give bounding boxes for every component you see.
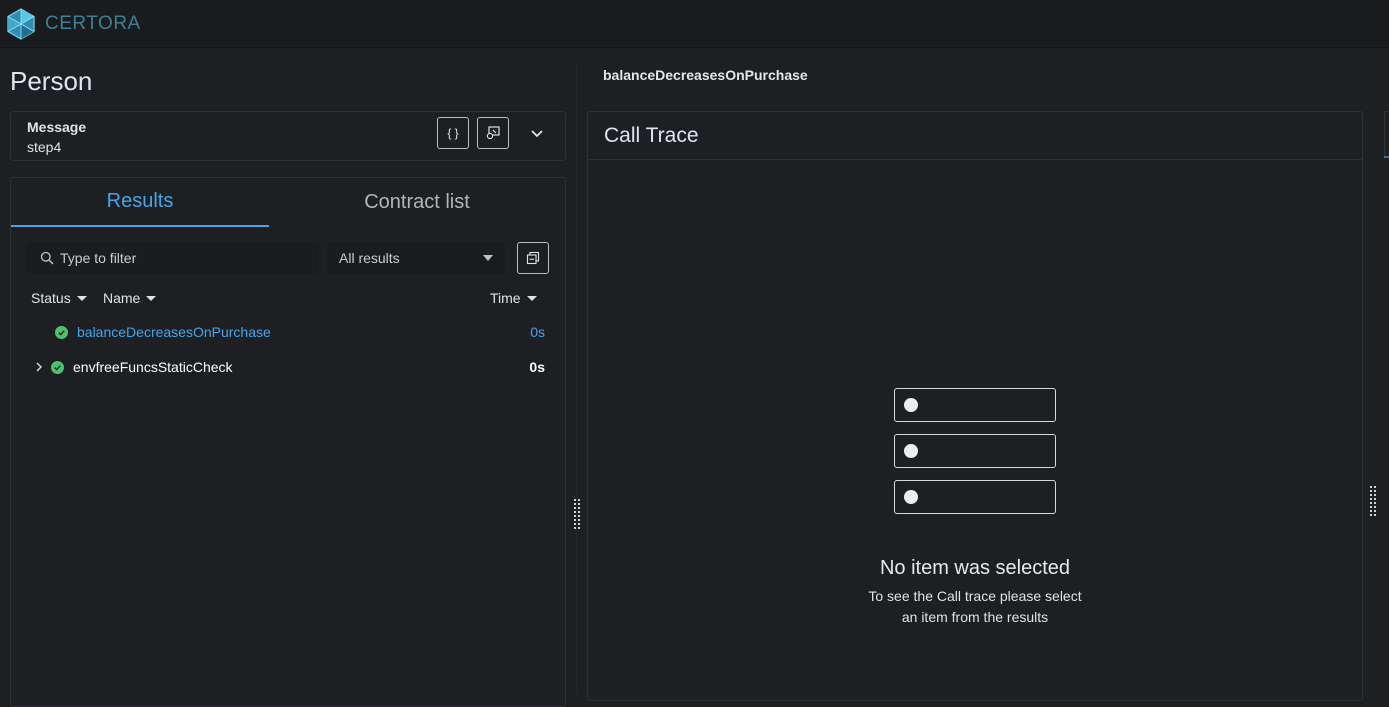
sort-caret-icon <box>146 295 157 301</box>
certora-logo[interactable]: CERTORA <box>7 7 141 40</box>
open-report-button[interactable] <box>477 117 509 149</box>
results-filter-select[interactable]: All results <box>327 242 505 274</box>
column-name-label: Name <box>103 290 141 306</box>
page-title: Person <box>10 66 93 96</box>
filter-input[interactable] <box>60 250 300 266</box>
search-icon <box>40 251 54 265</box>
sort-caret-icon <box>76 295 87 301</box>
window-settings-icon <box>486 126 500 140</box>
certora-logo-icon <box>7 7 35 40</box>
result-row[interactable]: envfreeFuncsStaticCheck 0s <box>11 356 565 380</box>
result-time: 0s <box>530 324 545 340</box>
column-time-header[interactable]: Time <box>490 290 537 306</box>
adjacent-panel-tab-indicator <box>1384 156 1389 158</box>
empty-state-title: No item was selected <box>879 557 1071 579</box>
panel-divider <box>576 64 577 692</box>
results-table-header: Status Name Time <box>11 290 565 310</box>
column-time-label: Time <box>490 290 521 306</box>
call-trace-title: Call Trace <box>604 124 699 147</box>
brand-name: CERTORA <box>45 12 141 34</box>
caret-down-icon <box>483 255 493 261</box>
result-name[interactable]: balanceDecreasesOnPurchase <box>77 324 271 340</box>
selected-rule-title: balanceDecreasesOnPurchase <box>603 67 808 83</box>
message-value: step4 <box>27 139 62 155</box>
verified-check-icon <box>51 361 64 374</box>
view-json-button[interactable]: { } <box>437 117 469 149</box>
empty-state-line-2: an item from the results <box>901 609 1049 625</box>
chevron-down-icon <box>531 130 543 138</box>
adjacent-panel-edge <box>1384 111 1389 159</box>
tab-results[interactable]: Results <box>11 178 269 227</box>
collapse-all-icon <box>526 251 540 265</box>
resize-handle[interactable] <box>1370 486 1376 516</box>
column-status-header[interactable]: Status <box>31 290 87 306</box>
chevron-right-icon[interactable] <box>33 360 45 374</box>
empty-state-illustration <box>894 388 1056 526</box>
json-braces-icon: { } <box>447 126 459 140</box>
resize-handle[interactable] <box>574 499 580 529</box>
result-time: 0s <box>529 359 545 375</box>
tab-contract-list[interactable]: Contract list <box>279 178 555 227</box>
call-trace-panel: Call Trace No item was selected To see t… <box>587 111 1363 701</box>
result-name[interactable]: envfreeFuncsStaticCheck <box>73 359 233 375</box>
collapse-all-button[interactable] <box>517 242 549 274</box>
top-bar: CERTORA <box>0 0 1389 48</box>
message-box: Message step4 { } <box>10 111 566 161</box>
placeholder-list-item <box>894 388 1056 422</box>
placeholder-list-item <box>894 480 1056 514</box>
empty-state-line-1: To see the Call trace please select <box>868 588 1082 604</box>
filter-field[interactable] <box>27 242 319 274</box>
call-trace-header: Call Trace <box>588 112 1362 160</box>
column-status-label: Status <box>31 290 71 306</box>
verified-check-icon <box>55 326 68 339</box>
sort-caret-icon <box>526 295 537 301</box>
column-name-header[interactable]: Name <box>103 290 157 306</box>
placeholder-list-item <box>894 434 1056 468</box>
expand-message-button[interactable] <box>527 124 547 144</box>
results-filter-value: All results <box>339 250 400 266</box>
empty-state-description: To see the Call trace please select an i… <box>588 586 1362 628</box>
message-label: Message <box>27 119 87 135</box>
result-row[interactable]: balanceDecreasesOnPurchase 0s <box>11 321 565 345</box>
results-panel: Results Contract list All results Status… <box>10 177 566 707</box>
